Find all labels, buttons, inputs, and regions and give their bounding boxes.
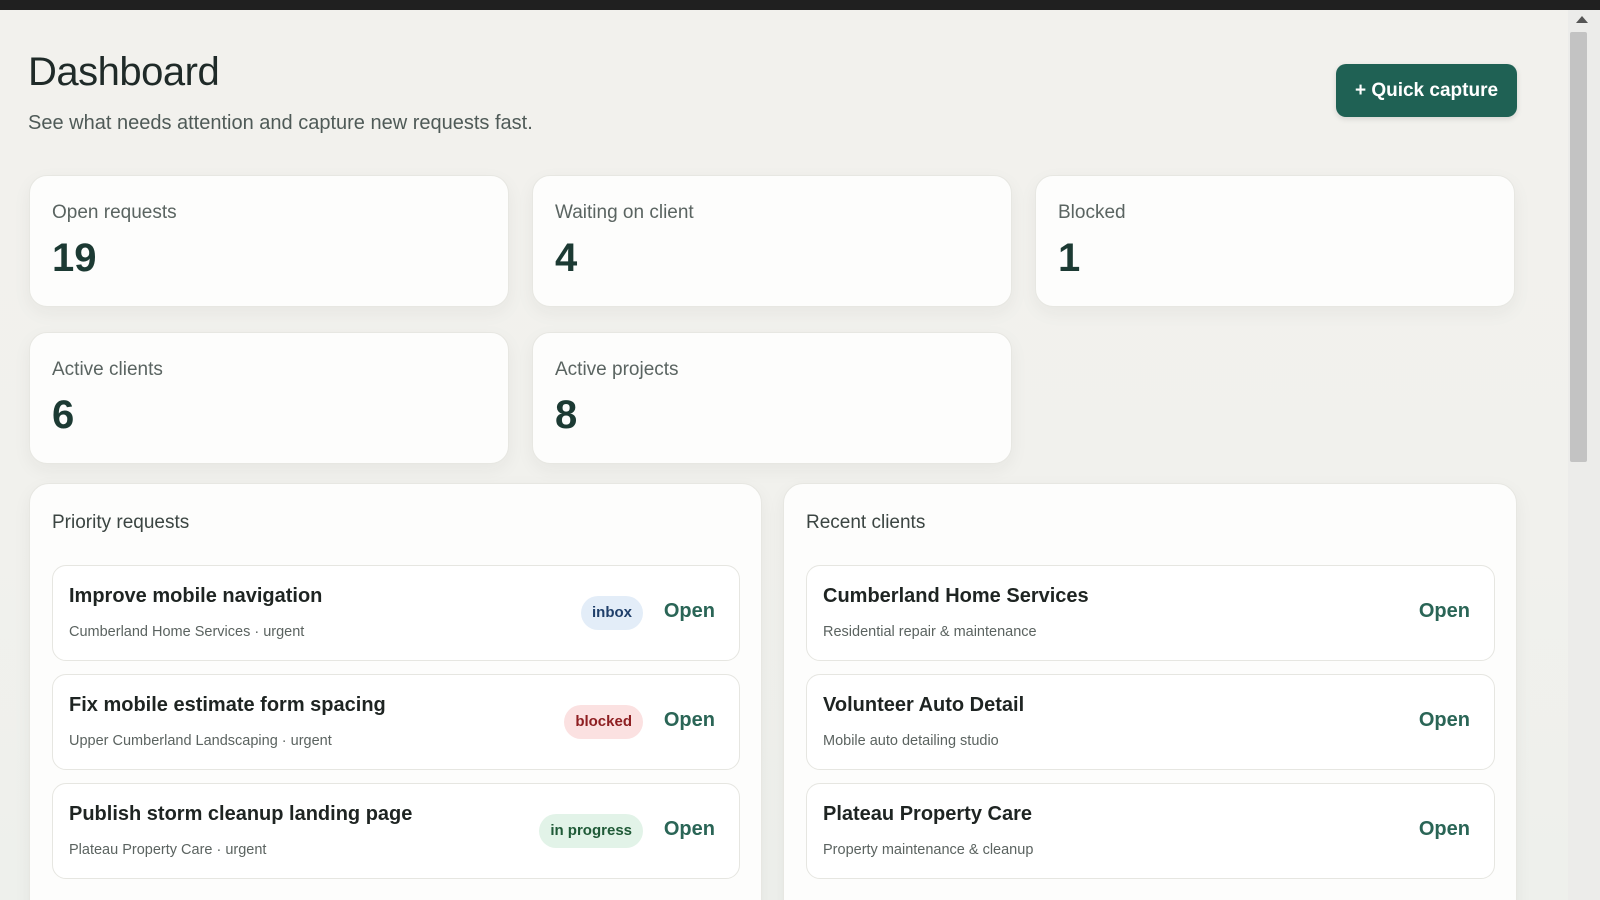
stat-card-active-projects: Active projects 8 — [532, 332, 1012, 464]
stat-card-waiting-on-client: Waiting on client 4 — [532, 175, 1012, 307]
open-client-link[interactable]: Open — [1419, 818, 1470, 841]
request-meta: Upper Cumberland Landscaping · urgent — [69, 733, 332, 749]
stat-value: 6 — [52, 393, 75, 437]
stat-label: Blocked — [1058, 202, 1126, 223]
stat-value: 19 — [52, 236, 97, 280]
stat-label: Open requests — [52, 202, 177, 223]
client-description: Property maintenance & cleanup — [823, 842, 1034, 858]
browser-top-bar — [0, 0, 1600, 10]
client-item: Cumberland Home Services Residential rep… — [806, 565, 1495, 661]
page-title: Dashboard — [28, 50, 220, 94]
status-badge: blocked — [564, 705, 643, 739]
stat-card-open-requests: Open requests 19 — [29, 175, 509, 307]
status-badge: inbox — [581, 596, 643, 630]
request-meta: Plateau Property Care · urgent — [69, 842, 267, 858]
client-item: Volunteer Auto Detail Mobile auto detail… — [806, 674, 1495, 770]
open-request-link[interactable]: Open — [664, 818, 715, 841]
priority-requests-panel: Priority requests Improve mobile navigat… — [29, 483, 762, 900]
open-request-link[interactable]: Open — [664, 709, 715, 732]
stat-label: Waiting on client — [555, 202, 694, 223]
open-client-link[interactable]: Open — [1419, 709, 1470, 732]
dashboard-page: Dashboard See what needs attention and c… — [0, 10, 1568, 900]
request-item: Improve mobile navigation Cumberland Hom… — [52, 565, 740, 661]
scrollbar-thumb[interactable] — [1570, 32, 1587, 462]
client-description: Residential repair & maintenance — [823, 624, 1037, 640]
quick-capture-button[interactable]: + Quick capture — [1336, 64, 1517, 117]
vertical-scrollbar[interactable] — [1568, 10, 1600, 900]
stat-card-blocked: Blocked 1 — [1035, 175, 1515, 307]
page-subtitle: See what needs attention and capture new… — [28, 112, 533, 134]
client-name: Plateau Property Care — [823, 803, 1032, 825]
stat-label: Active projects — [555, 359, 679, 380]
stat-value: 1 — [1058, 236, 1081, 280]
recent-clients-panel: Recent clients Cumberland Home Services … — [783, 483, 1517, 900]
client-description: Mobile auto detailing studio — [823, 733, 999, 749]
panel-title: Priority requests — [52, 512, 190, 533]
request-title: Fix mobile estimate form spacing — [69, 694, 386, 716]
request-item: Publish storm cleanup landing page Plate… — [52, 783, 740, 879]
status-badge: in progress — [539, 814, 643, 848]
stat-value: 8 — [555, 393, 578, 437]
stat-card-active-clients: Active clients 6 — [29, 332, 509, 464]
stat-label: Active clients — [52, 359, 163, 380]
request-meta: Cumberland Home Services · urgent — [69, 624, 305, 640]
open-client-link[interactable]: Open — [1419, 600, 1470, 623]
request-title: Improve mobile navigation — [69, 585, 323, 607]
request-title: Publish storm cleanup landing page — [69, 803, 413, 825]
client-name: Cumberland Home Services — [823, 585, 1089, 607]
panel-title: Recent clients — [806, 512, 926, 533]
open-request-link[interactable]: Open — [664, 600, 715, 623]
client-item: Plateau Property Care Property maintenan… — [806, 783, 1495, 879]
client-name: Volunteer Auto Detail — [823, 694, 1025, 716]
stat-value: 4 — [555, 236, 578, 280]
request-item: Fix mobile estimate form spacing Upper C… — [52, 674, 740, 770]
scroll-up-arrow-icon[interactable] — [1576, 16, 1588, 23]
